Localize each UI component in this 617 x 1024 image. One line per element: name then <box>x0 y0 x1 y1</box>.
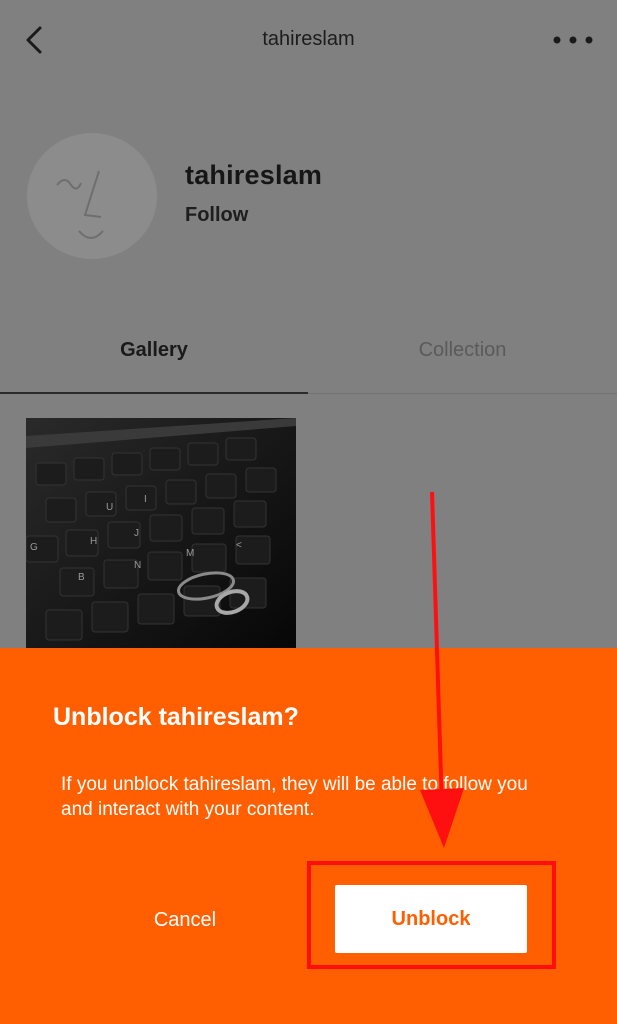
dialog-message: If you unblock tahireslam, they will be … <box>61 774 528 820</box>
dialog-title: Unblock tahireslam? <box>53 703 299 731</box>
svg-text:M: M <box>186 548 194 559</box>
tab-collection[interactable]: Collection <box>308 318 617 394</box>
tab-gallery[interactable]: Gallery <box>0 318 308 394</box>
more-horizontal-icon <box>553 36 593 44</box>
profile-username: tahireslam <box>185 160 323 190</box>
face-doodle-icon <box>56 170 104 239</box>
more-options-button[interactable] <box>551 28 595 52</box>
svg-text:U: U <box>106 502 113 513</box>
top-bar: tahireslam <box>0 0 617 80</box>
svg-text:I: I <box>144 494 147 505</box>
follow-button[interactable]: Follow <box>185 204 248 227</box>
unblock-button[interactable]: Unblock <box>335 885 527 953</box>
svg-text:G: G <box>30 542 38 553</box>
profile-tabs: Gallery Collection <box>0 318 617 394</box>
svg-text:N: N <box>134 560 141 571</box>
keyboard-with-ring-photo: U I H J G B N M < <box>26 418 296 668</box>
svg-text:<: < <box>236 540 242 551</box>
gallery-item[interactable]: U I H J G B N M < <box>26 418 296 668</box>
avatar[interactable] <box>27 133 157 259</box>
cancel-button[interactable]: Cancel <box>100 886 270 954</box>
svg-text:B: B <box>78 572 85 583</box>
unblock-dialog: Unblock tahireslam? If you unblock tahir… <box>0 648 617 1024</box>
svg-text:H: H <box>90 536 97 547</box>
header-title: tahireslam <box>262 28 355 50</box>
svg-text:J: J <box>134 528 139 539</box>
